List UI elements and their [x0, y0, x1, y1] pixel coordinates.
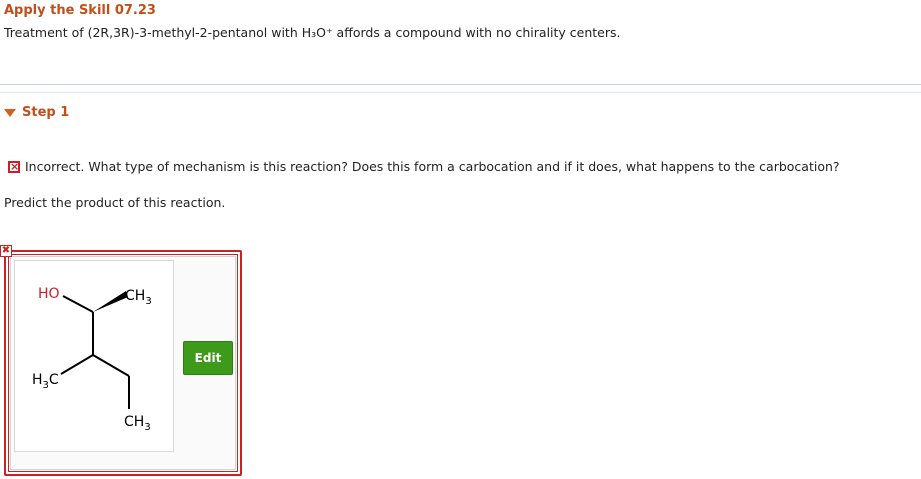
bond-ho [62, 295, 94, 313]
assignment-title: Apply the Skill 07.23 [4, 3, 156, 18]
step-label: Step 1 [22, 105, 70, 120]
molecule-drawing[interactable]: HO CH3 H3C CH3 [14, 260, 174, 452]
bond-h3c [60, 354, 94, 375]
label-ch3-bottom: CH3 [124, 414, 151, 433]
triangle-down-icon [4, 108, 16, 117]
label-h3c: H3C [32, 372, 59, 391]
incorrect-icon: × [8, 159, 20, 173]
molecule-structure: HO CH3 H3C CH3 [32, 286, 152, 433]
incorrect-corner-icon: ✖ [0, 245, 12, 257]
feedback-message: × Incorrect. What type of mechanism is t… [8, 159, 840, 174]
edit-button[interactable]: Edit [183, 341, 233, 375]
label-ho: HO [38, 286, 60, 302]
prompt-text: Predict the product of this reaction. [4, 195, 226, 210]
label-ch3-top: CH3 [125, 288, 152, 307]
wedge-bond [93, 291, 128, 312]
step-1-toggle[interactable]: Step 1 [4, 105, 69, 120]
question-text: Treatment of (2R,3R)-3-methyl-2-pentanol… [4, 25, 621, 40]
divider [0, 84, 921, 85]
bond-ethyl [92, 354, 130, 377]
feedback-text: Incorrect. What type of mechanism is thi… [25, 159, 840, 174]
divider [0, 92, 921, 93]
